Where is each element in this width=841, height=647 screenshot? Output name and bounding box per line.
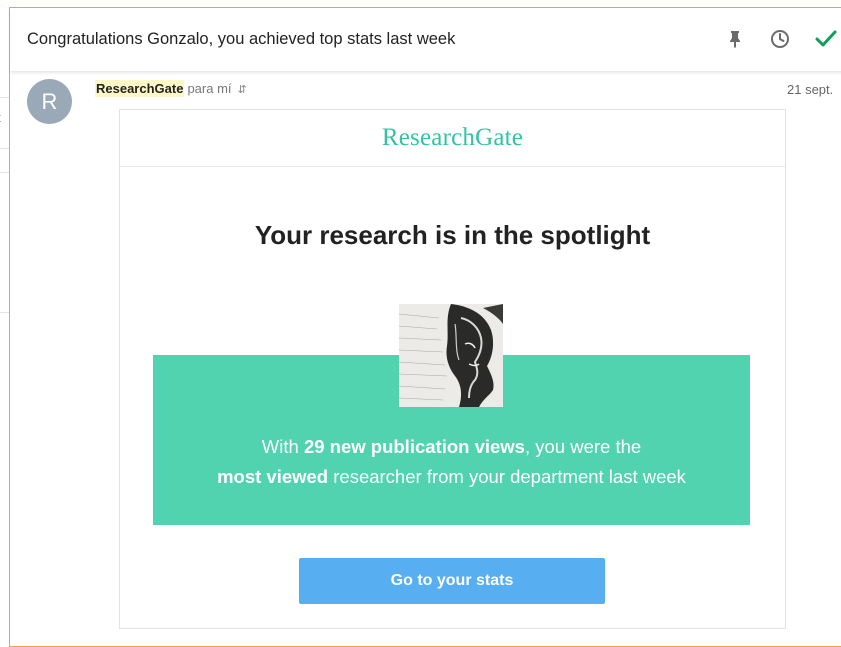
publication-views-count: 29 new publication views (303, 436, 525, 457)
pin-icon[interactable] (722, 26, 748, 52)
spotlight-text: researcher from your department last wee… (328, 466, 686, 487)
spotlight-line-1: With 29 new publication views, you were … (120, 432, 783, 462)
email-body-card: ResearchGate Your research is in the spo… (119, 109, 786, 629)
researcher-portrait (399, 304, 503, 407)
researchgate-logo[interactable]: ResearchGate (382, 124, 523, 152)
sender-avatar[interactable]: R (27, 79, 72, 124)
email-subject: Congratulations Gonzalo, you achieved to… (27, 30, 456, 48)
checkmark-icon[interactable] (813, 26, 839, 52)
sender-line: ResearchGate para mí ⇵ (95, 80, 247, 97)
clock-icon[interactable] (767, 26, 793, 52)
expand-details-icon[interactable]: ⇵ (238, 84, 247, 96)
go-to-stats-button[interactable]: Go to your stats (299, 558, 605, 604)
spotlight-line-2: most viewed researcher from your departm… (120, 462, 783, 492)
most-viewed-label: most viewed (217, 466, 329, 487)
spotlight-headline: Your research is in the spotlight (254, 220, 651, 250)
sender-name[interactable]: ResearchGate (95, 80, 185, 97)
background-text: t (0, 110, 1, 125)
recipient-label: para mí (187, 81, 232, 96)
spotlight-text: With (261, 436, 304, 457)
spotlight-message: With 29 new publication views, you were … (120, 432, 783, 492)
avatar-letter: R (41, 88, 58, 114)
email-subject-bar: Congratulations Gonzalo, you achieved to… (10, 8, 841, 71)
spotlight-text: , you were the (524, 436, 642, 457)
email-date: 21 sept. (787, 82, 834, 97)
email-header: ResearchGate (120, 110, 785, 167)
